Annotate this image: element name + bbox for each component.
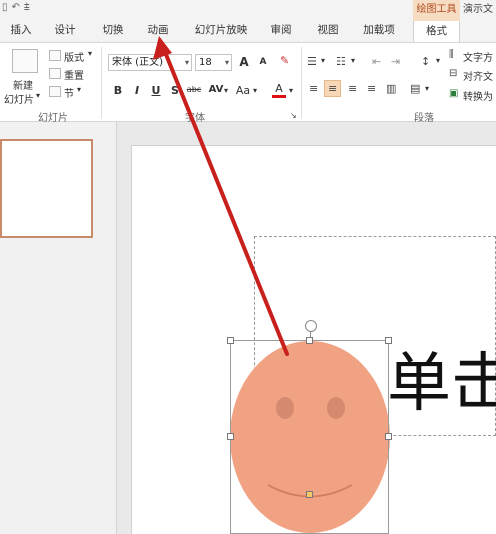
resize-handle-n[interactable] — [306, 337, 313, 344]
chevron-down-icon[interactable]: ▾ — [224, 86, 228, 95]
align-left-icon[interactable]: ≡ — [309, 82, 318, 95]
italic-button[interactable]: I — [130, 84, 144, 97]
quick-access-toolbar: ▯ ↶ ⩲ — [2, 2, 34, 13]
resize-handle-e[interactable] — [385, 433, 392, 440]
convert-to-smartart-icon: ▣ — [449, 88, 459, 99]
chevron-down-icon[interactable]: ▾ — [321, 56, 325, 65]
change-case-button[interactable]: Aa — [234, 84, 252, 97]
bold-button[interactable]: B — [111, 84, 125, 97]
shrink-font-button[interactable]: A — [256, 57, 270, 67]
convert-to-smartart-button[interactable]: 转换为 — [463, 88, 493, 103]
new-slide-label-1[interactable]: 新建 — [13, 77, 33, 92]
undo-icon[interactable]: ↶ — [12, 2, 20, 13]
line-spacing-icon[interactable]: ↕ — [421, 55, 430, 68]
document-title: 演示文 — [463, 4, 493, 15]
group-separator — [301, 47, 302, 119]
slide-thumbnail[interactable] — [0, 139, 93, 238]
chevron-down-icon[interactable]: ▾ — [36, 91, 40, 100]
bullets-icon[interactable]: ☰ — [307, 55, 317, 68]
section-icon — [49, 86, 61, 97]
adjust-handle[interactable] — [306, 491, 313, 498]
ribbon: 新建 幻灯片 ▾ 版式 ▾ 重置 节 ▾ 幻灯片 宋体 (正文) ▾ 18 ▾ … — [0, 42, 496, 124]
rotate-handle[interactable] — [305, 320, 317, 332]
decrease-indent-icon[interactable]: ⇤ — [372, 55, 381, 68]
grow-font-button[interactable]: A — [237, 55, 251, 69]
contextual-tab-label: 绘图工具 — [413, 0, 460, 19]
distributed-icon[interactable]: ▥ — [386, 82, 396, 95]
align-right-icon[interactable]: ≡ — [348, 82, 357, 95]
chevron-down-icon[interactable]: ▾ — [88, 49, 92, 58]
chevron-down-icon[interactable]: ▾ — [436, 56, 440, 65]
tab-format[interactable]: 格式 — [413, 19, 460, 42]
chevron-down-icon[interactable]: ▾ — [289, 86, 293, 95]
justify-icon[interactable]: ≡ — [367, 82, 376, 95]
numbering-icon[interactable]: ☷ — [336, 55, 346, 68]
font-size-dropdown[interactable]: 18 ▾ — [195, 54, 232, 71]
slide-thumbnail-pane — [0, 122, 117, 534]
tab-slideshow[interactable]: 幻灯片放映 — [188, 19, 254, 42]
align-text-button[interactable]: 对齐文 — [463, 68, 493, 83]
chevron-down-icon[interactable]: ▾ — [77, 85, 81, 94]
resize-handle-ne[interactable] — [385, 337, 392, 344]
tab-review[interactable]: 审阅 — [266, 19, 296, 42]
reset-icon — [49, 68, 61, 79]
customize-quick-access-icon[interactable]: ⩲ — [24, 2, 30, 13]
align-text-icon: ⊟ — [449, 68, 458, 79]
save-icon[interactable]: ▯ — [2, 2, 8, 13]
font-name-value: 宋体 (正文) — [112, 57, 163, 68]
columns-icon[interactable]: ▤ — [410, 82, 420, 95]
section-button[interactable]: 节 — [64, 85, 74, 100]
slide-text[interactable]: 单击 — [387, 352, 496, 416]
reset-button[interactable]: 重置 — [64, 67, 84, 82]
text-direction-button[interactable]: 文字方 — [463, 49, 493, 64]
chevron-down-icon: ▾ — [224, 58, 229, 67]
tab-addins[interactable]: 加载项 — [358, 19, 400, 42]
title-bar: ▯ ↶ ⩲ 绘图工具 演示文 — [0, 0, 496, 19]
increase-indent-icon[interactable]: ⇥ — [391, 55, 400, 68]
dialog-launcher-icon[interactable]: ↘ — [290, 111, 297, 120]
chevron-down-icon[interactable]: ▾ — [425, 84, 429, 93]
chevron-down-icon[interactable]: ▾ — [253, 86, 257, 95]
layout-icon — [49, 50, 61, 61]
resize-handle-nw[interactable] — [227, 337, 234, 344]
tab-transitions[interactable]: 切换 — [98, 19, 128, 42]
tab-insert[interactable]: 插入 — [6, 19, 36, 42]
tab-design[interactable]: 设计 — [50, 19, 80, 42]
chevron-down-icon[interactable]: ▾ — [351, 56, 355, 65]
strikethrough-button[interactable]: abc — [184, 85, 204, 94]
tab-animations[interactable]: 动画 — [143, 19, 173, 42]
new-slide-icon[interactable] — [12, 49, 38, 73]
underline-button[interactable]: U — [149, 84, 163, 97]
resize-handle-w[interactable] — [227, 433, 234, 440]
clear-formatting-icon[interactable]: ✎ — [280, 54, 289, 67]
group-separator — [101, 47, 102, 119]
shadow-button[interactable]: S — [168, 84, 182, 97]
new-slide-label-2[interactable]: 幻灯片 — [4, 91, 34, 106]
font-name-dropdown[interactable]: 宋体 (正文) ▾ — [108, 54, 192, 71]
align-center-icon: ≡ — [328, 82, 338, 95]
font-color-button[interactable]: A — [272, 82, 286, 98]
font-size-value: 18 — [199, 57, 212, 68]
shape-selection-box — [230, 340, 389, 534]
tab-view[interactable]: 视图 — [313, 19, 343, 42]
ribbon-tabs: 插入 设计 切换 动画 幻灯片放映 审阅 视图 加载项 格式 — [0, 19, 496, 42]
text-direction-icon: ⫼ — [449, 49, 454, 60]
character-spacing-button[interactable]: AV — [207, 84, 225, 95]
layout-button[interactable]: 版式 — [64, 49, 84, 64]
chevron-down-icon: ▾ — [184, 58, 189, 67]
